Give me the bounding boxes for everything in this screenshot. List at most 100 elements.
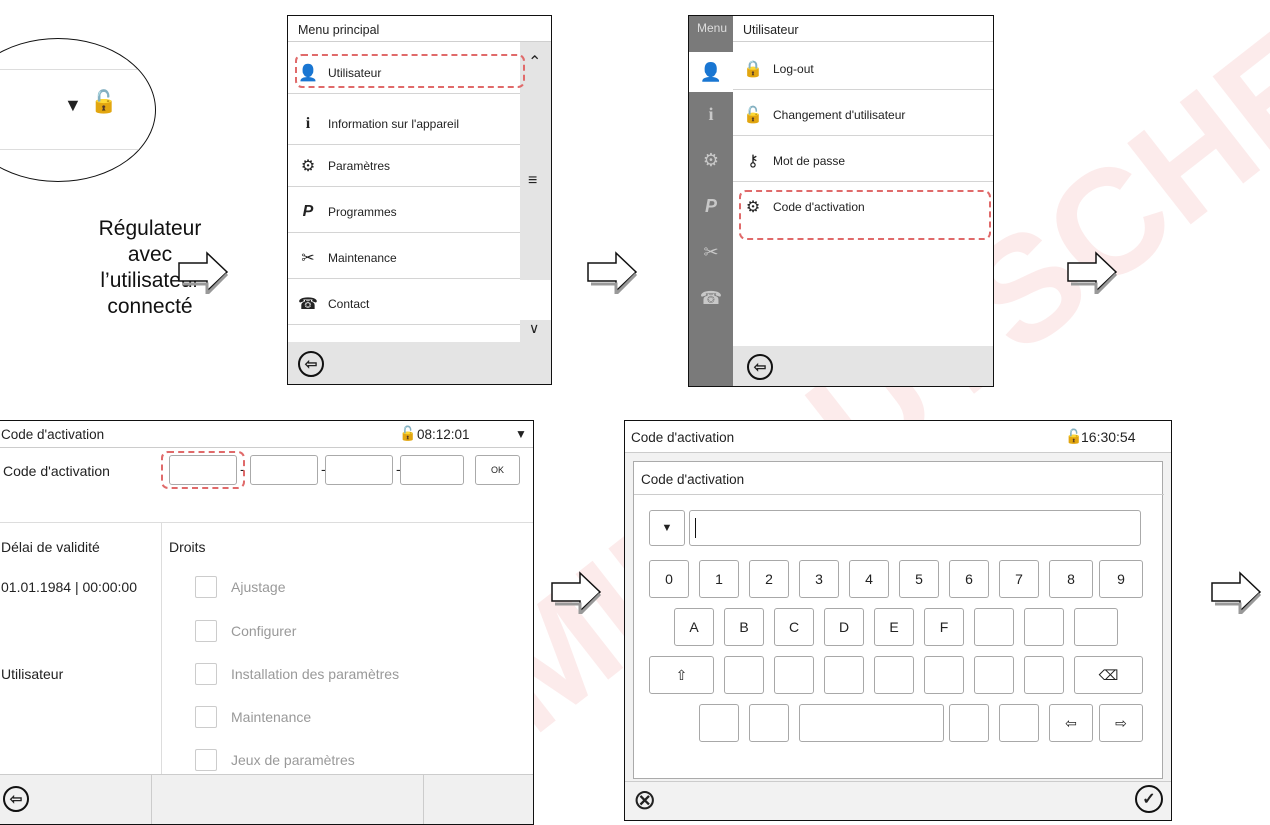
key-blank[interactable] xyxy=(974,608,1014,646)
settings-icon: ⚙ xyxy=(300,157,316,175)
key-3[interactable]: 3 xyxy=(799,560,839,598)
key-blank[interactable] xyxy=(874,656,914,694)
screen-title: Code d'activation xyxy=(1,427,105,442)
checkbox-configure[interactable] xyxy=(195,620,217,642)
key-blank[interactable] xyxy=(724,656,764,694)
checkbox-adjust[interactable] xyxy=(195,576,217,598)
scrollbar[interactable]: ⌃ ≡ ∨ xyxy=(520,42,551,342)
controller-status-illustration: ▼ 🔓 xyxy=(0,38,156,182)
key-blank[interactable] xyxy=(774,656,814,694)
flow-arrow-icon xyxy=(178,251,229,294)
checkbox-maintenance[interactable] xyxy=(195,706,217,728)
key-blank[interactable] xyxy=(824,656,864,694)
activation-code-screen: Code d'activation 🔓 08:12:01 ▼ Code d'ac… xyxy=(0,420,534,825)
code-label: Code d'activation xyxy=(3,463,110,479)
key-E[interactable]: E xyxy=(874,608,914,646)
flow-arrow-icon xyxy=(1211,571,1262,614)
menu-item-password[interactable]: ⚷ Mot de passe xyxy=(733,140,993,182)
flow-arrow-icon xyxy=(587,251,638,294)
history-dropdown[interactable]: ▼ xyxy=(649,510,685,546)
code-field-2[interactable] xyxy=(250,455,318,485)
chevron-up-icon[interactable]: ⌃ xyxy=(528,52,541,72)
validity-label: Délai de validité xyxy=(1,539,100,555)
validity-value: 01.01.1984 | 00:00:00 xyxy=(1,579,137,595)
keyboard-dialog: Code d'activation ▼ 0 1 2 3 4 5 6 7 8 9 … xyxy=(633,461,1164,779)
checkbox-install-params[interactable] xyxy=(195,663,217,685)
change-user-icon: 🔓 xyxy=(743,106,763,124)
menu-item-device-info[interactable]: i Information sur l'appareil xyxy=(288,103,520,145)
maintenance-icon[interactable]: ✂ xyxy=(689,242,733,263)
key-A[interactable]: A xyxy=(674,608,714,646)
dialog-title: Code d'activation xyxy=(641,472,745,487)
back-icon[interactable]: ⇦ xyxy=(747,354,773,380)
cursor-left-key[interactable]: ⇦ xyxy=(1049,704,1093,742)
key-C[interactable]: C xyxy=(774,608,814,646)
key-blank[interactable] xyxy=(924,656,964,694)
user-label: Utilisateur xyxy=(1,666,64,682)
key-D[interactable]: D xyxy=(824,608,864,646)
key-F[interactable]: F xyxy=(924,608,964,646)
chevron-down-icon[interactable]: ∨ xyxy=(529,320,539,337)
menu-item-change-user[interactable]: 🔓 Changement d'utilisateur xyxy=(733,94,993,136)
menu-item-contact[interactable]: ☎ Contact xyxy=(288,283,520,325)
key-5[interactable]: 5 xyxy=(899,560,939,598)
right-label: Configurer xyxy=(231,623,297,639)
ok-button[interactable]: OK xyxy=(475,455,520,485)
key-8[interactable]: 8 xyxy=(1049,560,1093,598)
key-1[interactable]: 1 xyxy=(699,560,739,598)
contact-icon[interactable]: ☎ xyxy=(689,288,733,309)
bottom-bar xyxy=(288,342,551,384)
user-lock-icon: 🔓 xyxy=(399,425,417,441)
key-blank[interactable] xyxy=(1024,608,1064,646)
settings-icon[interactable]: ⚙ xyxy=(689,150,733,171)
space-key[interactable] xyxy=(799,704,944,742)
back-icon[interactable]: ⇦ xyxy=(3,786,29,812)
confirm-icon[interactable]: ✓ xyxy=(1135,785,1163,813)
sidebar-title: Menu xyxy=(697,21,728,35)
scroll-handle-icon[interactable]: ≡ xyxy=(528,172,537,190)
key-blank[interactable] xyxy=(999,704,1039,742)
contact-icon: ☎ xyxy=(298,295,318,313)
key-9[interactable]: 9 xyxy=(1099,560,1143,598)
code-field-4[interactable] xyxy=(400,455,464,485)
menu-item-programs[interactable]: P Programmes xyxy=(288,191,520,233)
main-menu-title: Menu principal xyxy=(288,16,551,42)
info-icon[interactable]: i xyxy=(689,104,733,125)
right-label: Installation des paramètres xyxy=(231,666,400,682)
programs-icon[interactable]: P xyxy=(689,196,733,217)
key-4[interactable]: 4 xyxy=(849,560,889,598)
key-blank[interactable] xyxy=(1074,608,1118,646)
back-icon[interactable]: ⇦ xyxy=(298,351,324,377)
key-2[interactable]: 2 xyxy=(749,560,789,598)
password-icon: ⚷ xyxy=(747,152,759,170)
user-menu-screen: Menu 👤 i ⚙ P ✂ ☎ Utilisateur 🔒 Log-out 🔓 C… xyxy=(688,15,994,387)
key-blank[interactable] xyxy=(949,704,989,742)
key-7[interactable]: 7 xyxy=(999,560,1039,598)
menu-item-settings[interactable]: ⚙ Paramètres xyxy=(288,145,520,187)
code-field-3[interactable] xyxy=(325,455,393,485)
bottom-bar xyxy=(0,774,533,824)
key-blank[interactable] xyxy=(1024,656,1064,694)
dropdown-arrow-icon[interactable]: ▼ xyxy=(515,427,527,441)
code-input[interactable] xyxy=(689,510,1141,546)
text-cursor xyxy=(695,518,696,538)
shift-key[interactable]: ⇧ xyxy=(649,656,714,694)
right-label: Ajustage xyxy=(231,579,286,595)
flow-arrow-icon xyxy=(551,571,602,614)
key-blank[interactable] xyxy=(749,704,789,742)
flow-arrow-icon xyxy=(1067,251,1118,294)
key-0[interactable]: 0 xyxy=(649,560,689,598)
backspace-key[interactable]: ⌫ xyxy=(1074,656,1143,694)
user-icon[interactable]: 👤 xyxy=(689,52,733,92)
key-blank[interactable] xyxy=(974,656,1014,694)
menu-item-maintenance[interactable]: ✂ Maintenance xyxy=(288,237,520,279)
checkbox-param-sets[interactable] xyxy=(195,749,217,771)
key-6[interactable]: 6 xyxy=(949,560,989,598)
cancel-icon[interactable]: ⊗ xyxy=(633,785,656,815)
lock-icon: 🔒 xyxy=(743,60,763,78)
key-B[interactable]: B xyxy=(724,608,764,646)
key-blank[interactable] xyxy=(699,704,739,742)
highlight-activation-code xyxy=(739,190,991,240)
cursor-right-key[interactable]: ⇨ xyxy=(1099,704,1143,742)
menu-item-logout[interactable]: 🔒 Log-out xyxy=(733,48,993,90)
